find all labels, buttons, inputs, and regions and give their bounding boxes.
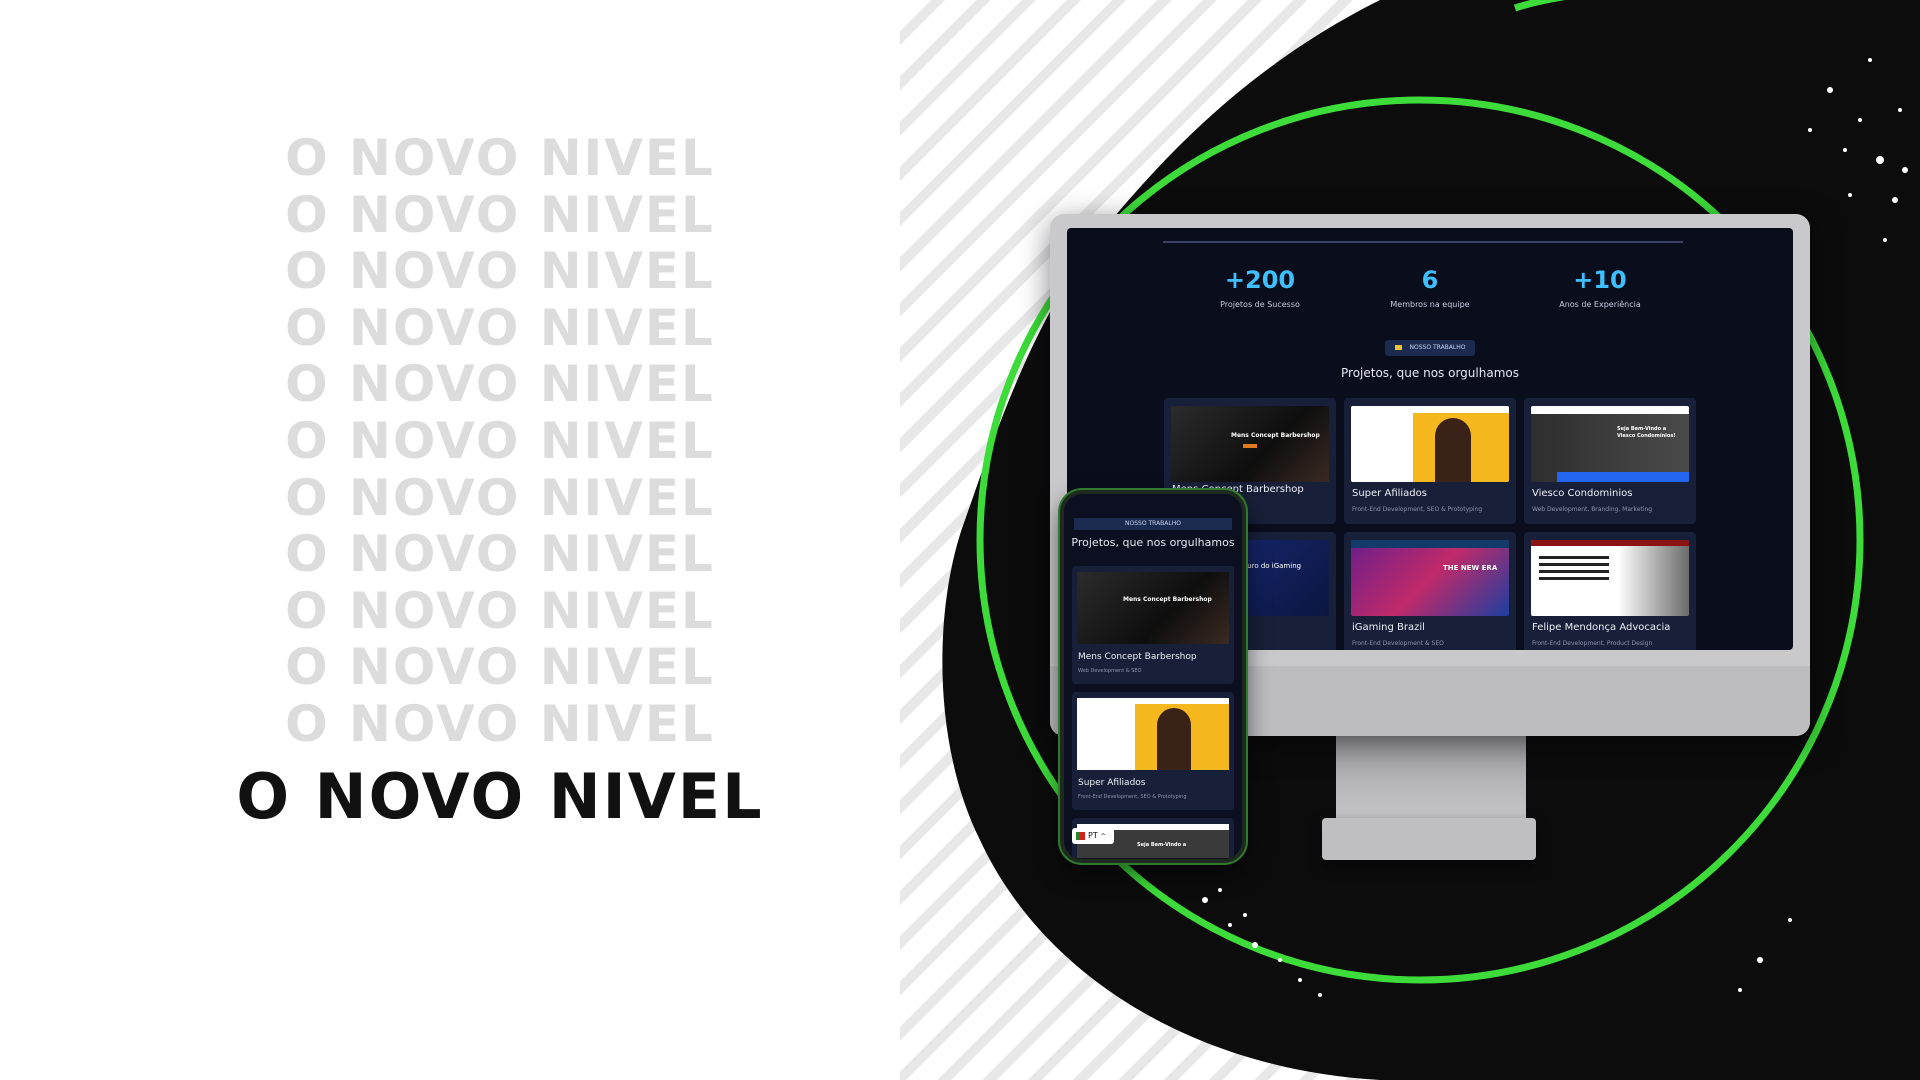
section-title: Projetos, que nos orgulhamos xyxy=(1341,366,1519,380)
chevron-up-icon: ^ xyxy=(1100,833,1106,840)
ghost-headline-6: O NOVO NIVEL xyxy=(285,411,715,470)
thumbnail-text-panel xyxy=(1351,413,1413,482)
headline-stack: O NOVO NIVEL O NOVO NIVEL O NOVO NIVEL O… xyxy=(0,130,1000,837)
mobile-phone: NOSSO TRABALHO Projetos, que nos orgulha… xyxy=(1060,490,1246,863)
section-badge: NOSSO TRABALHO xyxy=(1385,340,1475,356)
project-card-super-afiliados[interactable]: Super Afiliados Front-End Development, S… xyxy=(1344,398,1516,524)
stat-projects: +200 Projetos de Sucesso xyxy=(1185,266,1335,309)
thumbnail-heading: THE NEW ERA xyxy=(1443,564,1498,572)
stat-label: Anos de Experiência xyxy=(1559,300,1641,309)
project-thumbnail xyxy=(1531,540,1689,616)
project-subtitle: Front-End Development & SEO xyxy=(1352,640,1444,647)
thumbnail-heading: Mens Concept Barbershop xyxy=(1231,432,1320,439)
project-thumbnail xyxy=(1351,406,1509,482)
thumbnail-heading: Mens Concept Barbershop xyxy=(1123,596,1212,603)
thumbnail-text-lines xyxy=(1539,556,1609,580)
language-selector[interactable]: PT ^ xyxy=(1072,828,1114,844)
thumbnail-cta-bar xyxy=(1557,472,1689,482)
project-subtitle: Front-End Development, SEO & Prototyping xyxy=(1078,794,1187,800)
ghost-headline-4: O NOVO NIVEL xyxy=(285,298,715,357)
thumbnail-navbar xyxy=(1351,540,1509,548)
ghost-headline-2: O NOVO NIVEL xyxy=(285,185,715,244)
mobile-project-card-super-afiliados[interactable]: Super Afiliados Front-End Development, S… xyxy=(1072,692,1234,810)
ghost-headline-11: O NOVO NIVEL xyxy=(285,694,715,753)
ghost-headline-5: O NOVO NIVEL xyxy=(285,355,715,414)
ghost-headline-8: O NOVO NIVEL xyxy=(285,525,715,584)
project-title: Super Afiliados xyxy=(1352,488,1427,499)
project-title: iGaming Brazil xyxy=(1352,622,1425,633)
ghost-headline-3: O NOVO NIVEL xyxy=(285,242,715,301)
ghost-headline-10: O NOVO NIVEL xyxy=(285,638,715,697)
project-thumbnail: Mens Concept Barbershop xyxy=(1171,406,1329,482)
project-subtitle: Front-End Development, SEO & Prototyping xyxy=(1352,506,1483,513)
project-title: Super Afiliados xyxy=(1078,778,1146,788)
mobile-section-title: Projetos, que nos orgulhamos xyxy=(1071,536,1235,549)
stat-value: +200 xyxy=(1224,266,1296,294)
project-card-viesco[interactable]: Seja Bem-Vindo a Viesco Condomínios! Vie… xyxy=(1524,398,1696,524)
stat-label: Projetos de Sucesso xyxy=(1220,300,1300,309)
poster: O NOVO NIVEL O NOVO NIVEL O NOVO NIVEL O… xyxy=(0,0,1920,1080)
thumbnail-heading: Seja Bem-Vindo a Viesco Condomínios! xyxy=(1617,426,1676,439)
stat-members: 6 Membros na equipe xyxy=(1355,266,1505,309)
ghost-headline-7: O NOVO NIVEL xyxy=(285,468,715,527)
thumbnail-person xyxy=(1157,708,1191,770)
badge-label: NOSSO TRABALHO xyxy=(1409,344,1466,351)
thumbnail-button xyxy=(1243,444,1257,448)
screen-divider xyxy=(1163,241,1683,243)
ghost-headline-9: O NOVO NIVEL xyxy=(285,581,715,640)
stat-label: Membros na equipe xyxy=(1390,300,1470,309)
stat-value: 6 xyxy=(1421,266,1439,294)
project-subtitle: Web Development, Branding, Marketing xyxy=(1532,506,1653,513)
project-thumbnail: Seja Bem-Vindo a Viesco Condomínios! xyxy=(1531,406,1689,482)
thumbnail-person xyxy=(1435,418,1471,482)
language-label: PT xyxy=(1088,831,1098,840)
thumbnail-navbar xyxy=(1531,540,1689,546)
mobile-section-badge: NOSSO TRABALHO xyxy=(1074,518,1232,530)
stat-value: +10 xyxy=(1573,266,1627,294)
project-title: Mens Concept Barbershop xyxy=(1078,652,1197,662)
project-card-igaming-brazil[interactable]: THE NEW ERA iGaming Brazil Front-End Dev… xyxy=(1344,532,1516,650)
project-thumbnail xyxy=(1077,698,1229,770)
hero-headline: O NOVO NIVEL xyxy=(236,759,764,833)
thumbnail-navbar xyxy=(1351,406,1509,413)
mobile-project-card-mens-concept[interactable]: Mens Concept Barbershop Mens Concept Bar… xyxy=(1072,566,1234,684)
badge-label: NOSSO TRABALHO xyxy=(1125,520,1181,527)
project-subtitle: Web Development & SEO xyxy=(1078,668,1142,674)
thumbnail-text-panel xyxy=(1077,704,1135,770)
project-thumbnail: Mens Concept Barbershop xyxy=(1077,572,1229,644)
monitor-stand-foot xyxy=(1322,818,1536,860)
ghost-headline-1: O NOVO NIVEL xyxy=(285,129,715,187)
monitor-stand-neck xyxy=(1336,734,1526,824)
project-card-felipe-mendonca[interactable]: Felipe Mendonça Advocacia Front-End Deve… xyxy=(1524,532,1696,650)
project-thumbnail: THE NEW ERA xyxy=(1351,540,1509,616)
thumbnail-heading: Seja Bem-Vindo a xyxy=(1137,842,1187,848)
folder-icon xyxy=(1394,345,1402,350)
stat-years: +10 Anos de Experiência xyxy=(1525,266,1675,309)
thumbnail-navbar xyxy=(1531,406,1689,414)
project-subtitle: Front-End Development, Product Design xyxy=(1532,640,1653,647)
project-title: Viesco Condominios xyxy=(1532,488,1633,499)
project-title: Felipe Mendonça Advocacia xyxy=(1532,622,1671,633)
portugal-flag-icon xyxy=(1076,831,1085,840)
